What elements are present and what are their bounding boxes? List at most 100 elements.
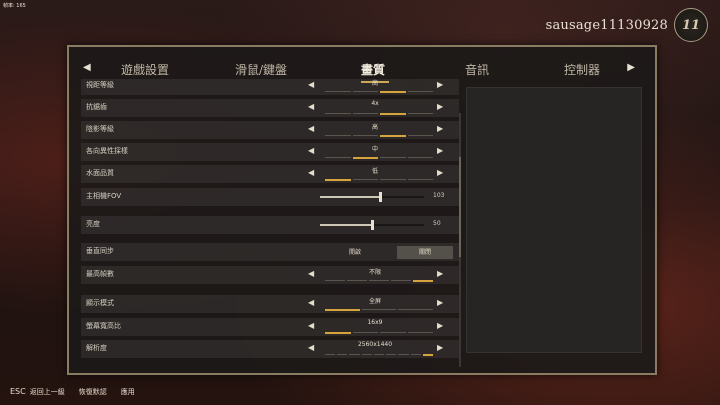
level-segment — [380, 113, 406, 115]
level-segment — [325, 113, 351, 114]
level-segment — [398, 309, 434, 310]
level-segment — [407, 332, 433, 333]
slider-handle[interactable] — [371, 220, 374, 230]
level-segment — [380, 91, 406, 93]
setting-label: 垂直同步 — [86, 247, 114, 255]
level-segment — [325, 280, 345, 281]
username: sausage11130928 — [545, 17, 668, 33]
setting-value: 4x — [371, 100, 379, 107]
level-segment — [361, 354, 372, 355]
fps-counter: 幀率: 165 — [3, 3, 26, 9]
increase-arrow-icon[interactable]: ▶ — [437, 146, 443, 155]
settings-panel: ◀ 遊戲設置 滑鼠/鍵盤 畫質 音訊 控制器 ▶ 視距等級 ◀ 高 ▶ 抗鋸齒 ◀ 4x ▶ 陰… — [67, 45, 657, 375]
decrease-arrow-icon[interactable]: ◀ — [308, 146, 314, 155]
level-segment — [337, 354, 348, 355]
scrollbar-thumb[interactable] — [459, 157, 461, 257]
level-segment — [325, 354, 336, 355]
decrease-arrow-icon[interactable]: ◀ — [308, 124, 314, 133]
decrease-arrow-icon[interactable]: ◀ — [308, 321, 314, 330]
vsync-on-option[interactable]: 開啟 — [327, 246, 383, 259]
apply-button[interactable]: 應用 — [121, 387, 135, 397]
setting-row: 螢幕寬高比 ◀ 16x9 ▶ — [81, 318, 459, 336]
decrease-arrow-icon[interactable]: ◀ — [308, 168, 314, 177]
tab-prev-icon[interactable]: ◀ — [83, 62, 91, 73]
setting-row: 水面品質 ◀ 低 ▶ — [81, 165, 459, 183]
vsync-off-option[interactable]: 關閉 — [397, 246, 453, 259]
level-segment — [352, 135, 378, 136]
setting-row: 亮度 50 — [81, 216, 459, 234]
tab-graphics[interactable]: 畫質 — [361, 61, 385, 78]
level-segment — [325, 332, 351, 334]
setting-row: 視距等級 ◀ 高 ▶ — [81, 79, 459, 95]
level-segment — [422, 354, 433, 356]
decrease-arrow-icon[interactable]: ◀ — [308, 343, 314, 352]
decrease-arrow-icon[interactable]: ◀ — [308, 269, 314, 278]
level-segment — [352, 332, 378, 333]
level-segment — [352, 179, 378, 180]
decrease-arrow-icon[interactable]: ◀ — [308, 102, 314, 111]
level-segment — [386, 354, 397, 355]
increase-arrow-icon[interactable]: ▶ — [437, 168, 443, 177]
tab-game-settings[interactable]: 遊戲設置 — [121, 61, 169, 78]
setting-row: 最高幀數 ◀ 不限 ▶ — [81, 266, 459, 284]
level-segment — [325, 91, 351, 92]
level-segment — [407, 179, 433, 180]
increase-arrow-icon[interactable]: ▶ — [437, 298, 443, 307]
level-indicator — [325, 135, 433, 137]
level-indicator — [325, 309, 434, 311]
level-segment — [325, 309, 360, 311]
setting-value: 2560x1440 — [357, 341, 393, 348]
increase-arrow-icon[interactable]: ▶ — [437, 343, 443, 352]
slider-handle[interactable] — [379, 192, 383, 202]
level-segment — [325, 157, 351, 158]
level-indicator — [325, 91, 433, 93]
reset-defaults-button[interactable]: 恢復默認 — [79, 387, 107, 397]
level-segment — [407, 91, 433, 92]
level-segment — [407, 135, 433, 136]
setting-label: 抗鋸齒 — [86, 103, 107, 111]
increase-arrow-icon[interactable]: ▶ — [437, 321, 443, 330]
tab-audio[interactable]: 音訊 — [465, 61, 489, 78]
footer-actions: ESC 返回上一級 恢復默認 應用 — [10, 387, 135, 397]
level-segment — [373, 354, 385, 355]
level-segment — [352, 113, 378, 114]
setting-label: 亮度 — [86, 220, 100, 228]
increase-arrow-icon[interactable]: ▶ — [437, 269, 443, 278]
setting-label: 顯示模式 — [86, 299, 114, 307]
increase-arrow-icon[interactable]: ▶ — [437, 80, 443, 89]
level-segment — [380, 157, 406, 158]
setting-value: 中 — [371, 146, 378, 153]
level-indicator — [325, 354, 433, 356]
setting-label: 水面品質 — [86, 169, 114, 177]
decrease-arrow-icon[interactable]: ◀ — [308, 298, 314, 307]
back-button[interactable]: ESC 返回上一級 — [10, 387, 65, 397]
level-indicator — [325, 280, 433, 282]
level-badge: 11 — [674, 8, 708, 42]
increase-arrow-icon[interactable]: ▶ — [437, 102, 443, 111]
tab-mouse-keyboard[interactable]: 滑鼠/鍵盤 — [235, 61, 287, 78]
slider-value: 50 — [433, 220, 441, 227]
decrease-arrow-icon[interactable]: ◀ — [308, 80, 314, 89]
level-segment — [380, 332, 406, 333]
back-label: 返回上一級 — [29, 388, 65, 396]
level-indicator — [325, 179, 433, 181]
setting-row: 垂直同步 開啟 關閉 — [81, 243, 459, 261]
slider-track[interactable] — [320, 220, 424, 230]
slider-track[interactable] — [320, 192, 424, 202]
setting-row: 抗鋸齒 ◀ 4x ▶ — [81, 99, 459, 117]
level-indicator — [325, 113, 433, 115]
setting-label: 螢幕寬高比 — [86, 322, 121, 330]
level-segment — [325, 179, 351, 181]
setting-row: 各向異性採樣 ◀ 中 ▶ — [81, 143, 459, 161]
level-segment — [380, 135, 406, 137]
level-indicator — [325, 332, 433, 334]
tab-controller[interactable]: 控制器 — [564, 61, 600, 78]
level-segment — [413, 280, 433, 282]
player-profile: sausage11130928 11 — [546, 8, 708, 42]
slider-fill — [320, 196, 381, 198]
tab-next-icon[interactable]: ▶ — [627, 62, 635, 73]
level-segment — [349, 354, 360, 355]
increase-arrow-icon[interactable]: ▶ — [437, 124, 443, 133]
setting-value: 高 — [371, 124, 378, 131]
setting-value: 全屏 — [368, 298, 381, 305]
